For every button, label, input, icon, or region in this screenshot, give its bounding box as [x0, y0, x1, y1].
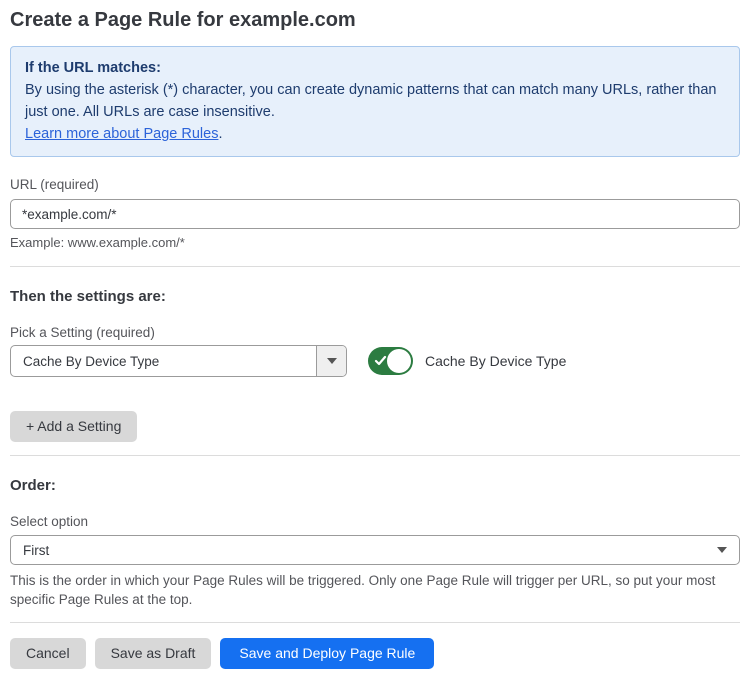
order-select[interactable]: First: [10, 535, 740, 565]
order-section-heading: Order:: [10, 478, 740, 494]
footer-actions: Cancel Save as Draft Save and Deploy Pag…: [10, 638, 740, 669]
page-title: Create a Page Rule for example.com: [10, 8, 740, 33]
url-field-label: URL (required): [10, 178, 740, 192]
pick-setting-label: Pick a Setting (required): [10, 326, 740, 340]
order-select-value: First: [23, 543, 717, 558]
divider: [10, 266, 740, 267]
chevron-down-icon: [717, 547, 727, 553]
order-select-label: Select option: [10, 515, 740, 529]
link-suffix: .: [218, 126, 222, 142]
page-rule-form: Create a Page Rule for example.com If th…: [0, 0, 750, 669]
check-icon: [374, 354, 387, 372]
cancel-button[interactable]: Cancel: [10, 638, 86, 669]
setting-toggle[interactable]: [368, 347, 413, 375]
save-and-deploy-button[interactable]: Save and Deploy Page Rule: [220, 638, 434, 669]
order-helper-text: This is the order in which your Page Rul…: [10, 571, 740, 609]
url-input[interactable]: [10, 199, 740, 229]
learn-more-link[interactable]: Learn more about Page Rules: [25, 126, 218, 142]
save-as-draft-button[interactable]: Save as Draft: [95, 638, 212, 669]
info-box-body: By using the asterisk (*) character, you…: [25, 79, 725, 123]
toggle-knob: [387, 349, 411, 373]
setting-dropdown-arrow-button[interactable]: [316, 346, 346, 376]
add-setting-button[interactable]: + Add a Setting: [10, 411, 137, 442]
divider: [10, 622, 740, 623]
setting-toggle-label: Cache By Device Type: [425, 353, 566, 369]
setting-dropdown-value: Cache By Device Type: [11, 346, 316, 376]
setting-row: Cache By Device Type Cache By Device Typ…: [10, 345, 740, 377]
info-box-link-line: Learn more about Page Rules.: [25, 123, 725, 145]
url-example-helper: Example: www.example.com/*: [10, 236, 740, 250]
url-match-info-box: If the URL matches: By using the asteris…: [10, 46, 740, 157]
info-box-heading: If the URL matches:: [25, 57, 725, 79]
chevron-down-icon: [327, 358, 337, 364]
divider: [10, 455, 740, 456]
setting-dropdown[interactable]: Cache By Device Type: [10, 345, 347, 377]
settings-section-heading: Then the settings are:: [10, 289, 740, 305]
